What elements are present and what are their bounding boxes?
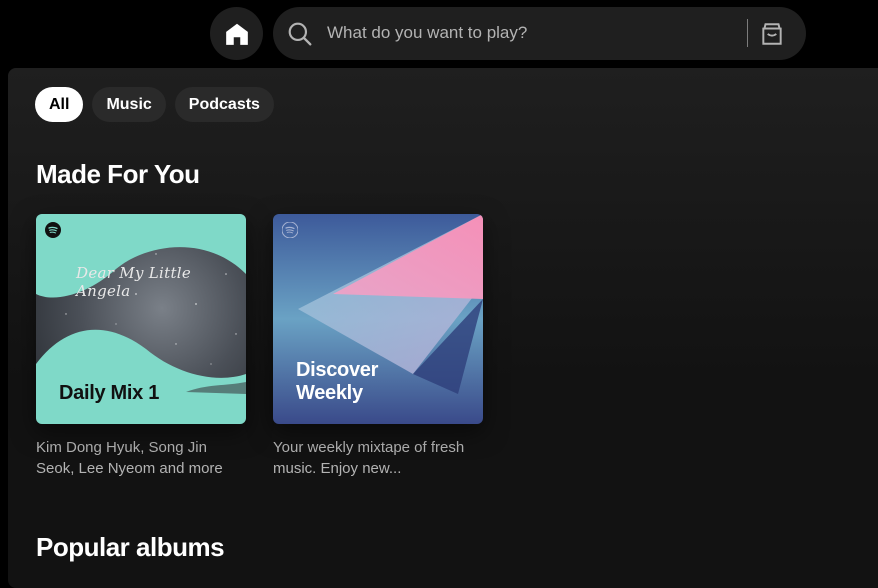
card-description: Kim Dong Hyuk, Song Jin Seok, Lee Nyeom … <box>36 439 223 477</box>
filter-chip-all[interactable]: All <box>35 87 84 122</box>
spotify-logo-icon <box>45 222 61 238</box>
browse-icon[interactable] <box>759 21 785 47</box>
cover-daily-mix-1: Dear My Little Angela Daily Mix 1 <box>36 214 246 424</box>
main-content: All Music Podcasts Made For You Dear My … <box>8 68 878 588</box>
spotify-logo-icon <box>282 222 298 238</box>
playlist-card-daily-mix-1[interactable]: Dear My Little Angela Daily Mix 1 Kim Do… <box>36 214 246 479</box>
cover-title-discover: Discover Weekly <box>296 359 378 405</box>
filter-chip-music[interactable]: Music <box>92 87 166 122</box>
top-bar <box>0 0 878 68</box>
cover-script-text: Dear My Little Angela <box>76 264 192 300</box>
home-button[interactable] <box>210 7 263 60</box>
home-icon <box>225 23 248 45</box>
search-divider <box>747 19 748 47</box>
section-title-made-for-you[interactable]: Made For You <box>36 159 200 190</box>
search-bar[interactable] <box>273 7 806 60</box>
search-icon <box>288 22 312 46</box>
cover-title-daily-mix: Daily Mix 1 <box>59 382 160 404</box>
section-title-popular-albums[interactable]: Popular albums <box>36 532 225 563</box>
playlist-card-discover-weekly[interactable]: Discover Weekly Your weekly mixtape of f… <box>273 214 483 479</box>
search-input[interactable] <box>327 19 727 47</box>
cover-discover-weekly: Discover Weekly <box>273 214 483 424</box>
filter-chip-podcasts[interactable]: Podcasts <box>174 87 274 122</box>
filter-chips: All Music Podcasts <box>35 87 274 122</box>
cover-title-line-1: Discover <box>296 359 379 381</box>
card-description: Your weekly mixtape of fresh music. Enjo… <box>273 439 465 477</box>
cover-title-line-2: Weekly <box>296 382 363 404</box>
